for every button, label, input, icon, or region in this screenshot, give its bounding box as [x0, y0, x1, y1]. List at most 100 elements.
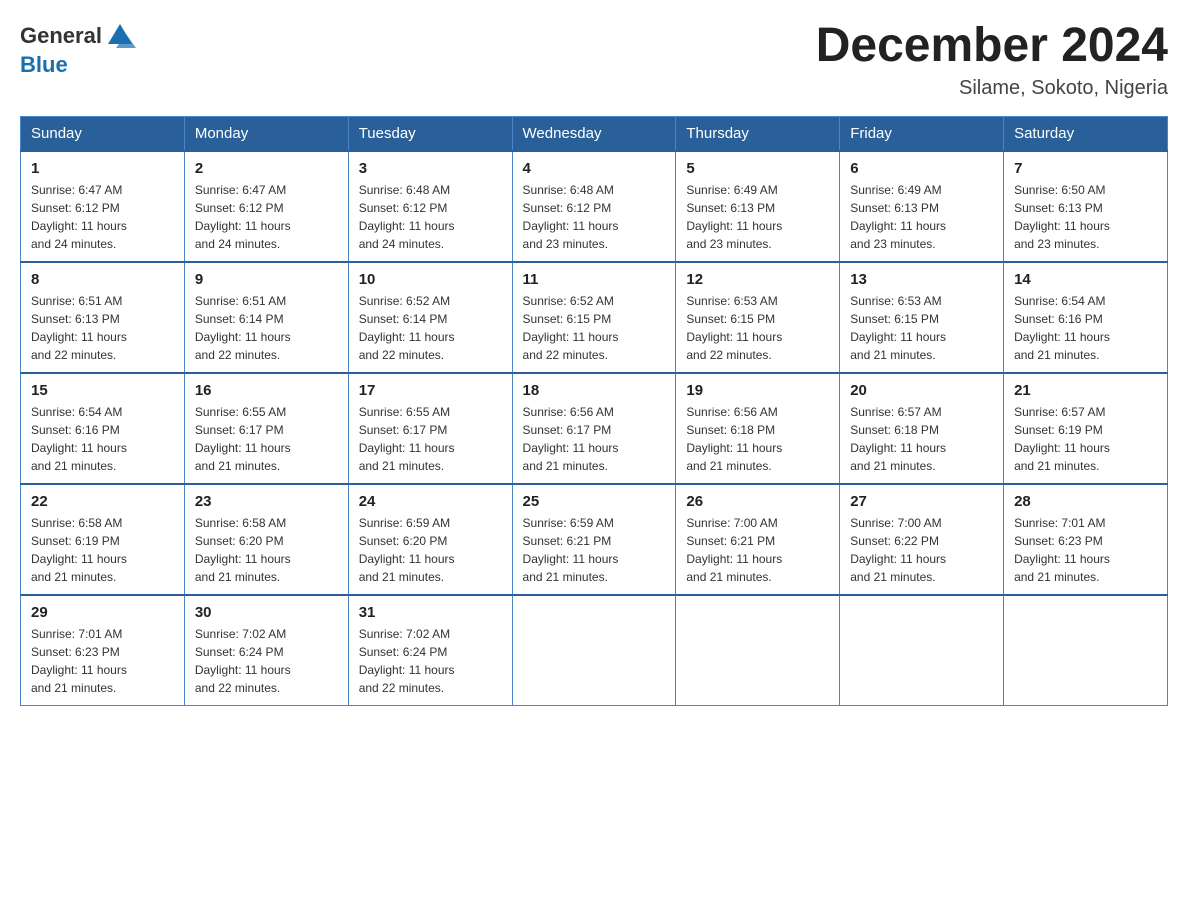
calendar-cell: 2 Sunrise: 6:47 AM Sunset: 6:12 PM Dayli…: [184, 151, 348, 262]
day-detail: Sunrise: 6:50 AM Sunset: 6:13 PM Dayligh…: [1014, 181, 1157, 253]
logo-blue-text: Blue: [20, 52, 68, 77]
day-number: 24: [359, 493, 502, 510]
logo: General Blue: [20, 20, 138, 78]
calendar-cell: 18 Sunrise: 6:56 AM Sunset: 6:17 PM Dayl…: [512, 373, 676, 484]
calendar-cell: 9 Sunrise: 6:51 AM Sunset: 6:14 PM Dayli…: [184, 262, 348, 373]
day-number: 2: [195, 160, 338, 177]
day-number: 15: [31, 382, 174, 399]
day-detail: Sunrise: 6:51 AM Sunset: 6:14 PM Dayligh…: [195, 292, 338, 364]
calendar-week-row: 8 Sunrise: 6:51 AM Sunset: 6:13 PM Dayli…: [21, 262, 1168, 373]
day-detail: Sunrise: 7:02 AM Sunset: 6:24 PM Dayligh…: [195, 625, 338, 697]
day-detail: Sunrise: 7:01 AM Sunset: 6:23 PM Dayligh…: [31, 625, 174, 697]
day-detail: Sunrise: 6:52 AM Sunset: 6:15 PM Dayligh…: [523, 292, 666, 364]
calendar-week-row: 22 Sunrise: 6:58 AM Sunset: 6:19 PM Dayl…: [21, 484, 1168, 595]
day-detail: Sunrise: 6:47 AM Sunset: 6:12 PM Dayligh…: [195, 181, 338, 253]
calendar-cell: [840, 595, 1004, 706]
day-number: 1: [31, 160, 174, 177]
calendar-cell: 21 Sunrise: 6:57 AM Sunset: 6:19 PM Dayl…: [1004, 373, 1168, 484]
calendar-week-row: 1 Sunrise: 6:47 AM Sunset: 6:12 PM Dayli…: [21, 151, 1168, 262]
day-detail: Sunrise: 7:01 AM Sunset: 6:23 PM Dayligh…: [1014, 514, 1157, 586]
logo-icon: [104, 20, 136, 52]
day-number: 25: [523, 493, 666, 510]
day-number: 22: [31, 493, 174, 510]
day-detail: Sunrise: 7:02 AM Sunset: 6:24 PM Dayligh…: [359, 625, 502, 697]
day-number: 7: [1014, 160, 1157, 177]
page-header: General Blue December 2024 Silame, Sokot…: [20, 20, 1168, 100]
day-number: 11: [523, 271, 666, 288]
day-detail: Sunrise: 6:48 AM Sunset: 6:12 PM Dayligh…: [359, 181, 502, 253]
day-detail: Sunrise: 6:54 AM Sunset: 6:16 PM Dayligh…: [1014, 292, 1157, 364]
day-of-week-header: Wednesday: [512, 116, 676, 151]
day-detail: Sunrise: 7:00 AM Sunset: 6:21 PM Dayligh…: [686, 514, 829, 586]
calendar-cell: [512, 595, 676, 706]
calendar-cell: 24 Sunrise: 6:59 AM Sunset: 6:20 PM Dayl…: [348, 484, 512, 595]
calendar-cell: 20 Sunrise: 6:57 AM Sunset: 6:18 PM Dayl…: [840, 373, 1004, 484]
day-number: 6: [850, 160, 993, 177]
day-detail: Sunrise: 6:57 AM Sunset: 6:18 PM Dayligh…: [850, 403, 993, 475]
day-number: 4: [523, 160, 666, 177]
day-of-week-header: Friday: [840, 116, 1004, 151]
day-number: 28: [1014, 493, 1157, 510]
day-detail: Sunrise: 6:53 AM Sunset: 6:15 PM Dayligh…: [850, 292, 993, 364]
day-detail: Sunrise: 7:00 AM Sunset: 6:22 PM Dayligh…: [850, 514, 993, 586]
calendar-cell: 11 Sunrise: 6:52 AM Sunset: 6:15 PM Dayl…: [512, 262, 676, 373]
calendar-cell: 7 Sunrise: 6:50 AM Sunset: 6:13 PM Dayli…: [1004, 151, 1168, 262]
day-number: 16: [195, 382, 338, 399]
day-number: 23: [195, 493, 338, 510]
calendar-cell: 10 Sunrise: 6:52 AM Sunset: 6:14 PM Dayl…: [348, 262, 512, 373]
month-title: December 2024: [816, 20, 1168, 73]
day-number: 18: [523, 382, 666, 399]
day-detail: Sunrise: 6:55 AM Sunset: 6:17 PM Dayligh…: [359, 403, 502, 475]
day-of-week-header: Tuesday: [348, 116, 512, 151]
calendar-cell: 22 Sunrise: 6:58 AM Sunset: 6:19 PM Dayl…: [21, 484, 185, 595]
day-of-week-header: Thursday: [676, 116, 840, 151]
day-number: 27: [850, 493, 993, 510]
day-number: 9: [195, 271, 338, 288]
calendar-cell: 1 Sunrise: 6:47 AM Sunset: 6:12 PM Dayli…: [21, 151, 185, 262]
calendar-cell: 26 Sunrise: 7:00 AM Sunset: 6:21 PM Dayl…: [676, 484, 840, 595]
day-number: 14: [1014, 271, 1157, 288]
day-number: 31: [359, 604, 502, 621]
calendar-cell: 31 Sunrise: 7:02 AM Sunset: 6:24 PM Dayl…: [348, 595, 512, 706]
day-detail: Sunrise: 6:51 AM Sunset: 6:13 PM Dayligh…: [31, 292, 174, 364]
title-section: December 2024 Silame, Sokoto, Nigeria: [816, 20, 1168, 100]
calendar-cell: 5 Sunrise: 6:49 AM Sunset: 6:13 PM Dayli…: [676, 151, 840, 262]
calendar-cell: [676, 595, 840, 706]
day-detail: Sunrise: 6:56 AM Sunset: 6:18 PM Dayligh…: [686, 403, 829, 475]
calendar-cell: 30 Sunrise: 7:02 AM Sunset: 6:24 PM Dayl…: [184, 595, 348, 706]
calendar-week-row: 29 Sunrise: 7:01 AM Sunset: 6:23 PM Dayl…: [21, 595, 1168, 706]
calendar-week-row: 15 Sunrise: 6:54 AM Sunset: 6:16 PM Dayl…: [21, 373, 1168, 484]
day-detail: Sunrise: 6:59 AM Sunset: 6:20 PM Dayligh…: [359, 514, 502, 586]
calendar-cell: 25 Sunrise: 6:59 AM Sunset: 6:21 PM Dayl…: [512, 484, 676, 595]
day-detail: Sunrise: 6:59 AM Sunset: 6:21 PM Dayligh…: [523, 514, 666, 586]
day-of-week-header: Saturday: [1004, 116, 1168, 151]
day-number: 21: [1014, 382, 1157, 399]
day-number: 29: [31, 604, 174, 621]
day-detail: Sunrise: 6:54 AM Sunset: 6:16 PM Dayligh…: [31, 403, 174, 475]
day-number: 17: [359, 382, 502, 399]
calendar-cell: [1004, 595, 1168, 706]
calendar-header-row: SundayMondayTuesdayWednesdayThursdayFrid…: [21, 116, 1168, 151]
day-number: 8: [31, 271, 174, 288]
calendar-cell: 8 Sunrise: 6:51 AM Sunset: 6:13 PM Dayli…: [21, 262, 185, 373]
calendar-cell: 23 Sunrise: 6:58 AM Sunset: 6:20 PM Dayl…: [184, 484, 348, 595]
day-detail: Sunrise: 6:58 AM Sunset: 6:20 PM Dayligh…: [195, 514, 338, 586]
day-of-week-header: Monday: [184, 116, 348, 151]
day-of-week-header: Sunday: [21, 116, 185, 151]
calendar-cell: 13 Sunrise: 6:53 AM Sunset: 6:15 PM Dayl…: [840, 262, 1004, 373]
calendar-cell: 6 Sunrise: 6:49 AM Sunset: 6:13 PM Dayli…: [840, 151, 1004, 262]
day-number: 19: [686, 382, 829, 399]
day-detail: Sunrise: 6:52 AM Sunset: 6:14 PM Dayligh…: [359, 292, 502, 364]
day-detail: Sunrise: 6:53 AM Sunset: 6:15 PM Dayligh…: [686, 292, 829, 364]
day-detail: Sunrise: 6:55 AM Sunset: 6:17 PM Dayligh…: [195, 403, 338, 475]
calendar-cell: 12 Sunrise: 6:53 AM Sunset: 6:15 PM Dayl…: [676, 262, 840, 373]
logo-wordmark: General Blue: [20, 20, 138, 78]
day-number: 20: [850, 382, 993, 399]
day-detail: Sunrise: 6:56 AM Sunset: 6:17 PM Dayligh…: [523, 403, 666, 475]
calendar-cell: 14 Sunrise: 6:54 AM Sunset: 6:16 PM Dayl…: [1004, 262, 1168, 373]
day-detail: Sunrise: 6:49 AM Sunset: 6:13 PM Dayligh…: [686, 181, 829, 253]
calendar-table: SundayMondayTuesdayWednesdayThursdayFrid…: [20, 116, 1168, 706]
day-detail: Sunrise: 6:47 AM Sunset: 6:12 PM Dayligh…: [31, 181, 174, 253]
day-detail: Sunrise: 6:49 AM Sunset: 6:13 PM Dayligh…: [850, 181, 993, 253]
day-detail: Sunrise: 6:58 AM Sunset: 6:19 PM Dayligh…: [31, 514, 174, 586]
